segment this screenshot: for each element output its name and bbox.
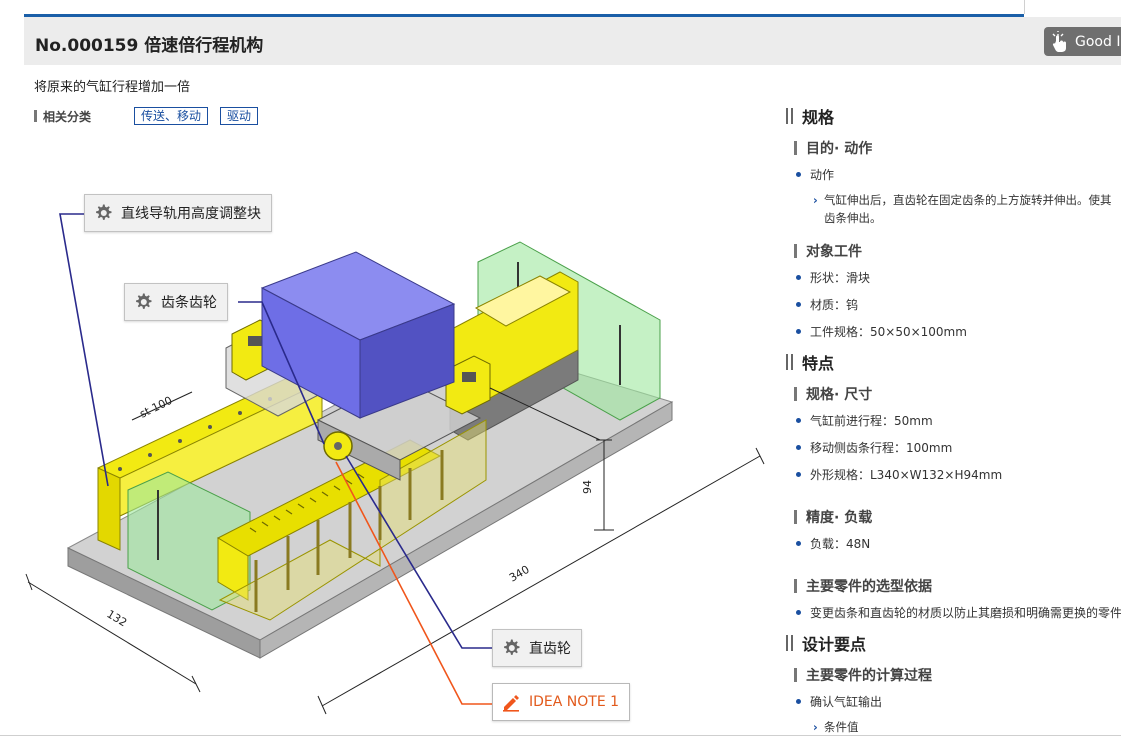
- section-spec: 规格: [786, 104, 1121, 128]
- purpose-detail: › 气缸伸出后，直齿轮在固定齿条的上方旋转并伸出。使其 齿条伸出。: [813, 193, 1112, 225]
- workpiece-size: 工件规格：50×50×100mm: [796, 323, 1121, 340]
- spec-sidebar: 规格 目的· 动作 动作 › 气缸伸出后，直齿轮在固定齿条的上方旋转并伸出。使其齿…: [780, 96, 1121, 738]
- dim-stroke: st 100: [138, 394, 175, 421]
- category-label: 相关分类: [43, 109, 92, 124]
- accuracy-load: 负载：48N: [796, 535, 1121, 552]
- calc-item: 确认气缸输出: [796, 693, 1121, 710]
- dim-width: 132: [104, 607, 129, 629]
- subsection-accuracy-title: 精度· 负载: [806, 510, 873, 526]
- dim-outline: 外形规格：L340×W132×H94mm: [796, 466, 1121, 483]
- gear-icon: [96, 204, 112, 220]
- purpose-detail-line2: 齿条伸出。: [824, 211, 882, 225]
- category-marker: [34, 110, 37, 122]
- section-spec-title: 规格: [802, 108, 835, 127]
- subsection-dimensions-title: 规格· 尺寸: [806, 387, 873, 403]
- subsection-selection: 主要零件的选型依据: [794, 576, 1121, 596]
- pencil-icon: [503, 695, 519, 712]
- subsection-purpose: 目的· 动作: [794, 138, 1121, 158]
- callout-rail-block-label: 直线导轨用高度调整块: [121, 206, 261, 222]
- good-idea-button[interactable]: Good ID: [1044, 27, 1121, 56]
- subsection-purpose-title: 目的· 动作: [806, 141, 873, 157]
- purpose-detail-line1: 气缸伸出后，直齿轮在固定齿条的上方旋转并伸出。使其: [824, 193, 1112, 207]
- hand-click-icon: [1052, 30, 1066, 52]
- purpose-item: 动作: [796, 166, 1121, 183]
- clamp-left-bolt: [248, 336, 262, 346]
- subsection-calc-title: 主要零件的计算过程: [806, 668, 932, 684]
- callout-idea-note[interactable]: IDEA NOTE 1: [492, 683, 631, 721]
- subsection-dimensions: 规格· 尺寸: [794, 384, 1121, 404]
- subsection-accuracy: 精度· 负载: [794, 507, 1121, 527]
- workpiece-shape: 形状：滑块: [796, 269, 1121, 286]
- callout-spur-gear-label: 直齿轮: [529, 641, 571, 657]
- subsection-selection-title: 主要零件的选型依据: [806, 579, 932, 595]
- section-design: 设计要点: [786, 631, 1121, 655]
- callout-spur-gear[interactable]: 直齿轮: [492, 629, 582, 667]
- calc-sub: › 条件值: [813, 720, 859, 734]
- clamp-right-bolt: [462, 372, 476, 382]
- subsection-workpiece-title: 对象工件: [806, 244, 862, 260]
- tag-transport[interactable]: 传送、移动: [134, 107, 209, 125]
- mechanism-diagram: st 100 94 340 132 直线导轨用高度调整块 齿条齿轮 直齿轮 ID…: [0, 140, 770, 738]
- callout-rail-block[interactable]: 直线导轨用高度调整块: [84, 194, 272, 232]
- dim-cyl-stroke: 气缸前进行程：50mm: [796, 412, 1121, 429]
- page-bottom-divider: [0, 735, 1121, 736]
- spur-gear-hub: [334, 442, 342, 450]
- page-title: No.000159 倍速倍行程机构: [35, 36, 264, 56]
- gear-icon: [504, 639, 520, 655]
- page-subtitle: 将原来的气缸行程增加一倍: [34, 80, 191, 95]
- selection-item: 变更齿条和直齿轮的材质以防止其磨损和明确需更换的零件: [796, 606, 1121, 620]
- section-features: 特点: [786, 350, 1121, 374]
- callout-rack-gear[interactable]: 齿条齿轮: [124, 283, 228, 321]
- callout-rack-gear-label: 齿条齿轮: [161, 295, 217, 311]
- dim-height: 94: [581, 480, 594, 494]
- header-divider: [1024, 0, 1025, 14]
- category-row: 相关分类 传送、移动 驱动: [34, 106, 270, 126]
- callout-idea-note-label: IDEA NOTE 1: [529, 694, 620, 710]
- dim-length: 340: [507, 563, 532, 585]
- subsection-workpiece: 对象工件: [794, 241, 1121, 261]
- dim-rack-stroke: 移动侧齿条行程：100mm: [796, 439, 1121, 456]
- good-idea-label: Good ID: [1075, 33, 1121, 50]
- section-design-title: 设计要点: [802, 635, 867, 654]
- rail-left-end: [97, 467, 121, 551]
- workpiece-material: 材质：钨: [796, 296, 1121, 313]
- title-bar: No.000159 倍速倍行程机构 Good ID: [24, 17, 1121, 65]
- calc-sub-label: 条件值: [824, 720, 859, 734]
- section-features-title: 特点: [802, 354, 835, 373]
- gear-icon: [136, 293, 152, 309]
- tag-drive[interactable]: 驱动: [220, 107, 259, 125]
- subsection-calc: 主要零件的计算过程: [794, 665, 1121, 685]
